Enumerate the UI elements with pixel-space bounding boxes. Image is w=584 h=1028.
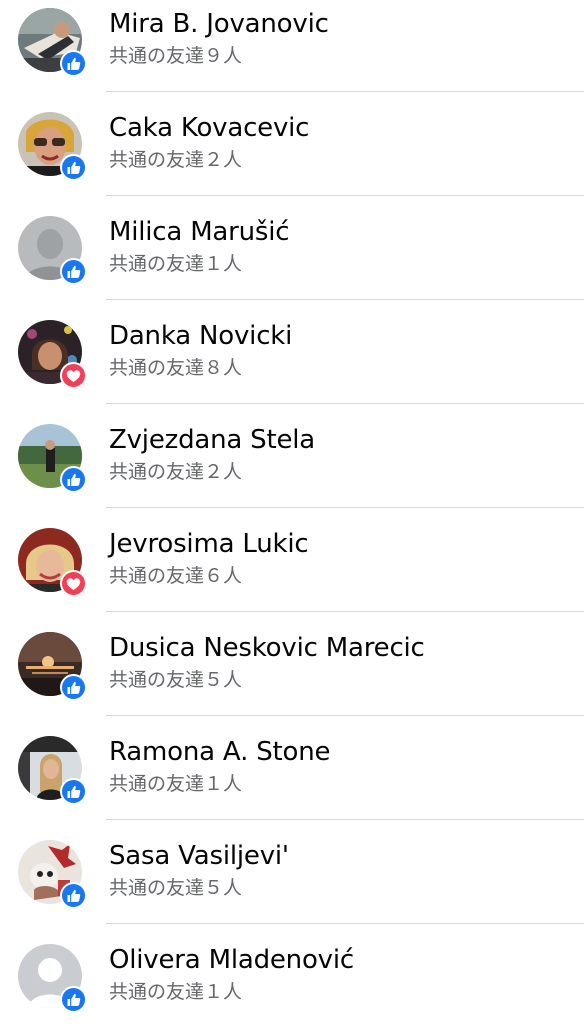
person-name[interactable]: Sasa Vasiljevi' <box>109 840 584 872</box>
list-item[interactable]: Jevrosima Lukic 共通の友達６人 <box>0 508 584 612</box>
avatar-container <box>18 424 87 493</box>
list-item[interactable]: Sasa Vasiljevi' 共通の友達５人 <box>0 820 584 924</box>
like-badge <box>60 466 87 493</box>
mutual-friends-count: 共通の友達１人 <box>109 981 243 1003</box>
avatar-container <box>18 840 87 909</box>
avatar-container <box>18 632 87 701</box>
list-item-text: Dusica Neskovic Marecic 共通の友達５人 <box>109 632 584 694</box>
person-name[interactable]: Dusica Neskovic Marecic <box>109 632 584 664</box>
list-item-text: Danka Novicki 共通の友達８人 <box>109 320 584 382</box>
like-badge <box>60 778 87 805</box>
person-name[interactable]: Danka Novicki <box>109 320 584 352</box>
avatar-container <box>18 216 87 285</box>
mutual-friends-count: 共通の友達８人 <box>109 357 243 379</box>
person-name[interactable]: Zvjezdana Stela <box>109 424 584 456</box>
mutual-friends-count: 共通の友達９人 <box>109 45 243 67</box>
avatar-container <box>18 528 87 597</box>
person-name[interactable]: Mira B. Jovanovic <box>109 8 584 40</box>
avatar-container <box>18 944 87 1013</box>
list-item-text: Sasa Vasiljevi' 共通の友達５人 <box>109 840 584 902</box>
love-badge <box>60 362 87 389</box>
mutual-friends-count: 共通の友達２人 <box>109 149 243 171</box>
like-icon <box>66 992 82 1008</box>
avatar-container <box>18 320 87 389</box>
like-icon <box>66 784 82 800</box>
avatar-container <box>18 112 87 181</box>
mutual-friends-count: 共通の友達１人 <box>109 773 243 795</box>
like-icon <box>66 56 82 72</box>
list-item[interactable]: Zvjezdana Stela 共通の友達２人 <box>0 404 584 508</box>
person-name[interactable]: Olivera Mladenović <box>109 944 584 976</box>
list-item[interactable]: Dusica Neskovic Marecic 共通の友達５人 <box>0 612 584 716</box>
list-item-text: Olivera Mladenović 共通の友達１人 <box>109 944 584 1006</box>
mutual-friends-count: 共通の友達５人 <box>109 877 243 899</box>
list-item[interactable]: Mira B. Jovanovic 共通の友達９人 <box>0 0 584 92</box>
person-name[interactable]: Milica Marušić <box>109 216 584 248</box>
list-item-text: Ramona A. Stone 共通の友達１人 <box>109 736 584 798</box>
list-item-text: Zvjezdana Stela 共通の友達２人 <box>109 424 584 486</box>
list-item-text: Milica Marušić 共通の友達１人 <box>109 216 584 278</box>
person-name[interactable]: Jevrosima Lukic <box>109 528 584 560</box>
like-badge <box>60 154 87 181</box>
like-badge <box>60 882 87 909</box>
mutual-friends-count: 共通の友達２人 <box>109 461 243 483</box>
love-icon <box>66 577 81 591</box>
like-badge <box>60 674 87 701</box>
list-item-text: Mira B. Jovanovic 共通の友達９人 <box>109 8 584 70</box>
list-item[interactable]: Olivera Mladenović 共通の友達１人 <box>0 924 584 1028</box>
like-icon <box>66 160 82 176</box>
mutual-friends-count: 共通の友達５人 <box>109 669 243 691</box>
list-item[interactable]: Ramona A. Stone 共通の友達１人 <box>0 716 584 820</box>
avatar-container <box>18 8 87 77</box>
avatar-container <box>18 736 87 805</box>
person-name[interactable]: Ramona A. Stone <box>109 736 584 768</box>
list-item-text: Caka Kovacevic 共通の友達２人 <box>109 112 584 174</box>
like-badge <box>60 258 87 285</box>
list-item[interactable]: Milica Marušić 共通の友達１人 <box>0 196 584 300</box>
love-icon <box>66 369 81 383</box>
person-name[interactable]: Caka Kovacevic <box>109 112 584 144</box>
reactions-list: Mira B. Jovanovic 共通の友達９人 Caka Kovacevic… <box>0 0 584 1028</box>
like-icon <box>66 264 82 280</box>
like-icon <box>66 680 82 696</box>
like-icon <box>66 888 82 904</box>
like-icon <box>66 472 82 488</box>
list-item-text: Jevrosima Lukic 共通の友達６人 <box>109 528 584 590</box>
love-badge <box>60 570 87 597</box>
list-item[interactable]: Danka Novicki 共通の友達８人 <box>0 300 584 404</box>
like-badge <box>60 50 87 77</box>
mutual-friends-count: 共通の友達６人 <box>109 565 243 587</box>
mutual-friends-count: 共通の友達１人 <box>109 253 243 275</box>
list-item[interactable]: Caka Kovacevic 共通の友達２人 <box>0 92 584 196</box>
like-badge <box>60 986 87 1013</box>
